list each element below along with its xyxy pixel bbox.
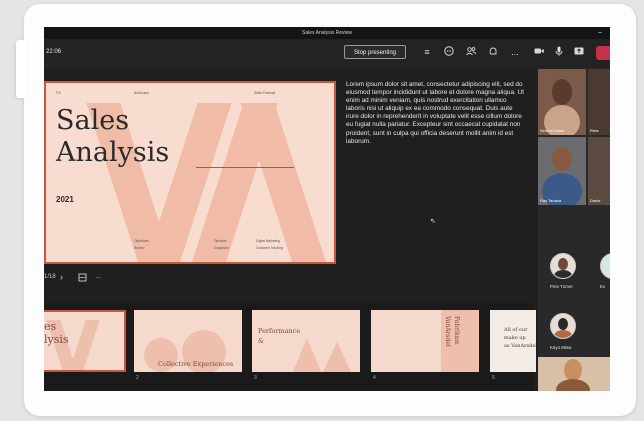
thumbnail-shape	[292, 338, 352, 372]
participant-face	[552, 147, 572, 171]
participant-name: Danie	[590, 198, 601, 203]
slide-divider	[196, 167, 294, 168]
thumbnail-title: Fabrikam VanArsdel	[444, 316, 460, 347]
slide-small-text: Expansion	[214, 246, 229, 250]
participant-video-tile[interactable]: Danie	[588, 137, 610, 205]
slide-small-text: Sales Forecast	[254, 91, 276, 95]
thumbnail-title: es lysis	[44, 320, 69, 346]
title-bar: Sales Analysis Review –	[44, 27, 610, 39]
slide-thumbnails: es lysis Collective Experiences 2 Perfor…	[44, 303, 536, 391]
avatar-head	[558, 258, 568, 270]
next-slide-icon[interactable]: ›	[60, 271, 63, 283]
participant-video-tile[interactable]: Ray Tanaka	[538, 137, 586, 205]
stop-presenting-button[interactable]: Stop presenting	[344, 45, 406, 59]
participant-name: Pete Turner	[550, 284, 573, 289]
participant-name: Ex	[600, 284, 606, 289]
slide-small-text: Review	[134, 246, 145, 250]
current-slide: F/C NorthLane Sales Forecast Sales Analy…	[44, 81, 336, 264]
slide-grid-icon[interactable]	[78, 271, 87, 287]
slide-small-text: NorthLane	[134, 91, 149, 95]
slide-small-text: Digital Marketing	[256, 239, 280, 243]
slide-small-text: Objectives	[134, 239, 149, 243]
participant-name: Ray Tanaka	[540, 198, 562, 203]
avatar-head	[558, 318, 568, 330]
participant-video-tile[interactable]: Serena Davis	[538, 69, 586, 135]
thumbnail-title: Collective Experiences	[158, 360, 234, 368]
more-options-icon[interactable]: ...	[508, 45, 522, 59]
teams-meeting-window: Sales Analysis Review – 22:06 Stop prese…	[44, 27, 610, 391]
more-slide-options-icon[interactable]: ...	[96, 271, 101, 283]
slide-small-text: Customer Tracking	[256, 246, 283, 250]
slide-thumbnail[interactable]: Performance &	[252, 310, 360, 372]
share-screen-icon[interactable]	[572, 45, 586, 59]
camera-icon[interactable]	[532, 45, 546, 59]
presenter-notes: Lorem ipsum dolor sit amet, consectetur …	[346, 81, 524, 145]
thumbnail-shape	[66, 320, 100, 370]
chat-icon[interactable]	[442, 45, 456, 59]
meeting-timer: 22:06	[46, 49, 62, 55]
avatar-body	[554, 270, 572, 278]
slide-thumbnail[interactable]: es lysis	[44, 310, 126, 372]
thumbnail-title: Performance &	[258, 327, 301, 345]
slide-thumbnail[interactable]: All of our make up as VanArsdel	[490, 310, 536, 372]
thumbnail-number: 4	[373, 375, 376, 381]
thumbnail-title: All of our make up as VanArsdel	[504, 327, 536, 349]
meeting-toolbar: 22:06 Stop presenting ≡ ...	[44, 39, 610, 69]
participant-avatar[interactable]	[550, 253, 576, 279]
slide-small-text: Optimize	[214, 239, 227, 243]
thumbnail-number: 2	[136, 375, 139, 381]
participant-name: Serena Davis	[540, 128, 565, 133]
leave-call-button[interactable]	[596, 46, 610, 60]
participant-video-tile[interactable]: Reta	[588, 69, 610, 135]
self-view-tile[interactable]	[538, 357, 610, 391]
participant-name: Reta	[590, 128, 599, 133]
slide-shape	[240, 103, 330, 262]
avatar-body	[554, 330, 572, 338]
mouse-cursor-icon: ⇖	[430, 218, 436, 225]
side-tab	[16, 40, 26, 98]
slide-thumbnail[interactable]: Collective Experiences	[134, 310, 242, 372]
slide-title-line: Analysis	[56, 137, 170, 168]
window-title: Sales Analysis Review	[301, 30, 353, 36]
participant-avatar[interactable]	[550, 313, 576, 339]
thumbnail-number: 5	[492, 375, 495, 381]
participants-panel: Serena Davis Reta Ray Tanaka Danie Pete …	[538, 69, 610, 391]
slide-thumbnail[interactable]: Fabrikam VanArsdel	[371, 310, 479, 372]
participants-icon[interactable]	[464, 45, 478, 59]
page-counter: 1/18	[44, 274, 56, 280]
reactions-icon[interactable]	[486, 45, 500, 59]
microphone-icon[interactable]	[552, 45, 566, 59]
participant-shoulders	[556, 379, 590, 391]
thumbnail-number: 3	[254, 375, 257, 381]
slide-small-text: F/C	[56, 91, 62, 95]
minimize-icon[interactable]: –	[598, 27, 602, 39]
participant-face	[564, 359, 582, 381]
slide-title: Sales Analysis	[56, 105, 169, 169]
participant-name: Kayo Miwa	[550, 345, 572, 350]
participant-avatar[interactable]	[600, 253, 610, 279]
slide-title-line: Sales	[56, 105, 130, 136]
slide-year: 2021	[56, 195, 74, 204]
participant-face	[552, 79, 572, 105]
list-icon[interactable]: ≡	[420, 45, 434, 59]
